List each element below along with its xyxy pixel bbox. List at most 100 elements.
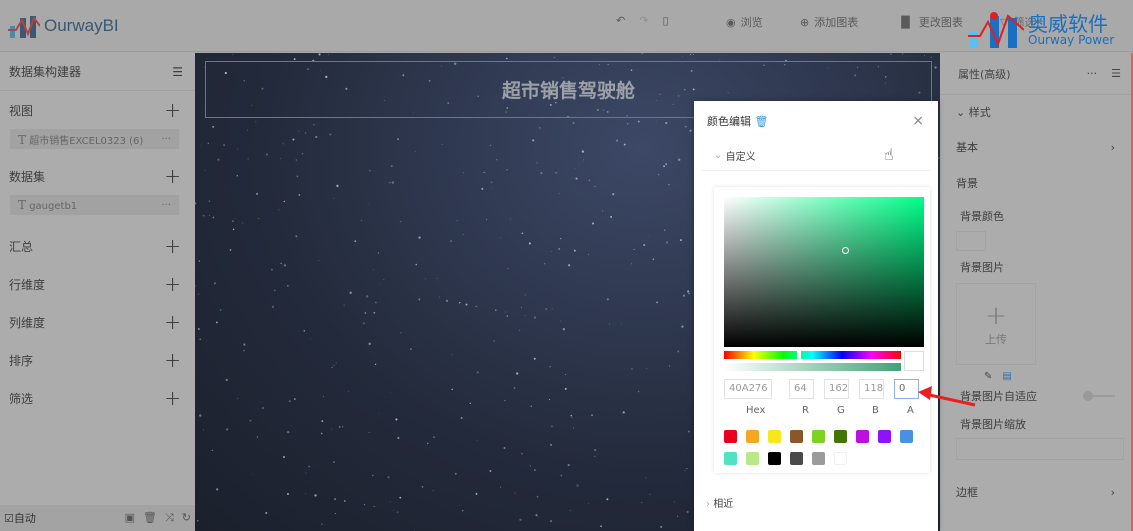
view-item[interactable]: T 超市销售EXCEL0323 (6) ···	[10, 129, 179, 149]
color-swatch[interactable]	[900, 430, 913, 443]
ourway-power-logo-icon	[968, 12, 1024, 48]
style-section[interactable]: 样式	[969, 106, 991, 119]
color-swatch[interactable]	[768, 452, 781, 465]
upload-button[interactable]: + 上传	[956, 283, 1036, 365]
hue-slider[interactable]	[724, 350, 901, 360]
change-chart-label: 更改图表	[918, 16, 963, 29]
add-column-dimension-icon[interactable]: +	[164, 310, 181, 334]
background-section[interactable]: 背景	[956, 175, 978, 191]
r-input[interactable]: 64	[789, 379, 814, 399]
g-input[interactable]: 162	[824, 379, 849, 399]
more-icon[interactable]: ···	[161, 134, 171, 145]
alpha-slider[interactable]	[724, 363, 901, 371]
ourwaybi-logo-icon	[8, 15, 40, 38]
bar-chart-icon: ▐▌	[897, 15, 914, 29]
color-swatch[interactable]	[812, 452, 825, 465]
code-icon[interactable]: ▣	[125, 511, 135, 525]
bg-color-swatch[interactable]	[956, 231, 986, 251]
trash-icon[interactable]: 🗑	[143, 511, 157, 525]
watermark-cn: 奥威软件	[1028, 12, 1108, 36]
color-swatch[interactable]	[724, 452, 737, 465]
shuffle-icon[interactable]: ⤨	[165, 511, 174, 525]
refresh-icon[interactable]: ↻	[182, 511, 191, 525]
color-swatch[interactable]	[746, 430, 759, 443]
add-row-dimension-icon[interactable]: +	[164, 272, 181, 296]
collapse-icon[interactable]: ☰	[172, 65, 183, 79]
color-edit-dialog: 颜色编辑 🗑 × ⌄ 自定义 ☝ 40A276 64 162 118 0 Hex …	[694, 101, 938, 531]
bg-image-label: 背景图片	[960, 261, 1004, 274]
section-column-dimension: 列维度	[9, 315, 46, 330]
color-swatch[interactable]	[724, 430, 737, 443]
basic-section[interactable]: 基本	[956, 139, 978, 155]
plus-icon: +	[985, 301, 1007, 331]
add-dataset-icon[interactable]: +	[164, 164, 181, 188]
add-chart-button[interactable]: ⊕ 添加图表	[800, 14, 858, 30]
bg-fit-label: 背景图片自适应	[960, 390, 1037, 403]
plus-circle-icon: ⊕	[800, 15, 810, 29]
add-filter-icon[interactable]: +	[164, 386, 181, 410]
file-icon[interactable]: ▤	[1002, 371, 1011, 382]
a-label: A	[907, 405, 914, 416]
add-view-icon[interactable]: +	[164, 98, 181, 122]
color-swatch[interactable]	[856, 430, 869, 443]
more-icon[interactable]: ···	[161, 200, 171, 211]
chevron-right-icon[interactable]: ›	[1111, 141, 1115, 154]
text-type-icon: T	[18, 198, 27, 212]
similar-section[interactable]: › 相近	[706, 495, 733, 510]
section-row-dimension: 行维度	[9, 277, 46, 292]
border-section[interactable]: 边框	[956, 484, 978, 500]
color-preview	[904, 351, 924, 371]
color-swatch[interactable]	[878, 430, 891, 443]
custom-label: 自定义	[725, 152, 756, 163]
a-input[interactable]: 0	[894, 379, 919, 399]
preview-button[interactable]: ◉ 浏览	[726, 14, 763, 30]
color-swatch[interactable]	[768, 430, 781, 443]
watermark-en: Ourway Power	[1028, 33, 1115, 47]
dataset-item-label: gaugetb1	[29, 201, 78, 212]
dataset-item[interactable]: T gaugetb1 ···	[10, 195, 179, 215]
saturation-area[interactable]	[724, 197, 924, 347]
color-swatch[interactable]	[790, 430, 803, 443]
chevron-right-icon: ›	[706, 499, 710, 510]
bg-scale-input[interactable]	[956, 438, 1124, 460]
panel-title: 数据集构建器	[9, 65, 82, 79]
custom-section[interactable]: ⌄ 自定义	[702, 141, 930, 171]
top-bar: OurwayBI ↶ ↷ ▯ ◉ 浏览 ⊕ 添加图表 ▐▌ 更改图表 ▽ 筛选 奥威软件 Ou…	[0, 0, 1133, 52]
section-filter: 筛选	[9, 391, 34, 406]
r-label: R	[802, 405, 809, 416]
eye-icon: ◉	[726, 15, 736, 29]
color-swatch[interactable]	[790, 452, 803, 465]
add-summary-icon[interactable]: +	[164, 234, 181, 258]
more-icon[interactable]: ···	[1087, 67, 1098, 80]
undo-icon[interactable]: ↶	[616, 14, 625, 27]
b-input[interactable]: 118	[859, 379, 884, 399]
section-summary: 汇总	[9, 239, 34, 254]
bg-fit-toggle[interactable]	[1083, 391, 1115, 401]
change-chart-button[interactable]: ▐▌ 更改图表	[897, 14, 963, 30]
view-item-label: 超市销售EXCEL0323 (6)	[29, 135, 144, 147]
redo-icon[interactable]: ↷	[639, 14, 648, 27]
chevron-right-icon[interactable]: ›	[1111, 486, 1115, 499]
dataset-builder-panel: 数据集构建器 ☰ 视图 + T 超市销售EXCEL0323 (6) ··· 数据集 + …	[0, 53, 195, 531]
trash-icon[interactable]: 🗑	[755, 115, 769, 128]
app-logo: OurwayBI	[8, 12, 119, 40]
color-swatch[interactable]	[812, 430, 825, 443]
color-swatch[interactable]	[746, 452, 759, 465]
auto-checkbox[interactable]: ☑自动	[4, 510, 36, 526]
mobile-icon[interactable]: ▯	[662, 14, 668, 27]
collapse-icon[interactable]: ☰	[1111, 67, 1121, 80]
bg-color-label: 背景颜色	[960, 210, 1004, 223]
dialog-title: 颜色编辑	[707, 115, 751, 128]
section-sort: 排序	[9, 353, 34, 368]
close-icon[interactable]: ×	[912, 113, 924, 129]
similar-label: 相近	[713, 499, 734, 510]
color-swatch[interactable]	[834, 430, 847, 443]
edit-icon[interactable]: ✎	[984, 371, 992, 382]
add-sort-icon[interactable]: +	[164, 348, 181, 372]
color-picker: 40A276 64 162 118 0 Hex R G B A	[714, 187, 930, 473]
add-chart-label: 添加图表	[814, 16, 859, 29]
color-swatch[interactable]	[834, 452, 847, 465]
hex-label: Hex	[746, 405, 766, 416]
panel-footer: ☑自动 ▣ 🗑 ⤨ ↻	[0, 505, 195, 531]
hex-input[interactable]: 40A276	[724, 379, 772, 399]
